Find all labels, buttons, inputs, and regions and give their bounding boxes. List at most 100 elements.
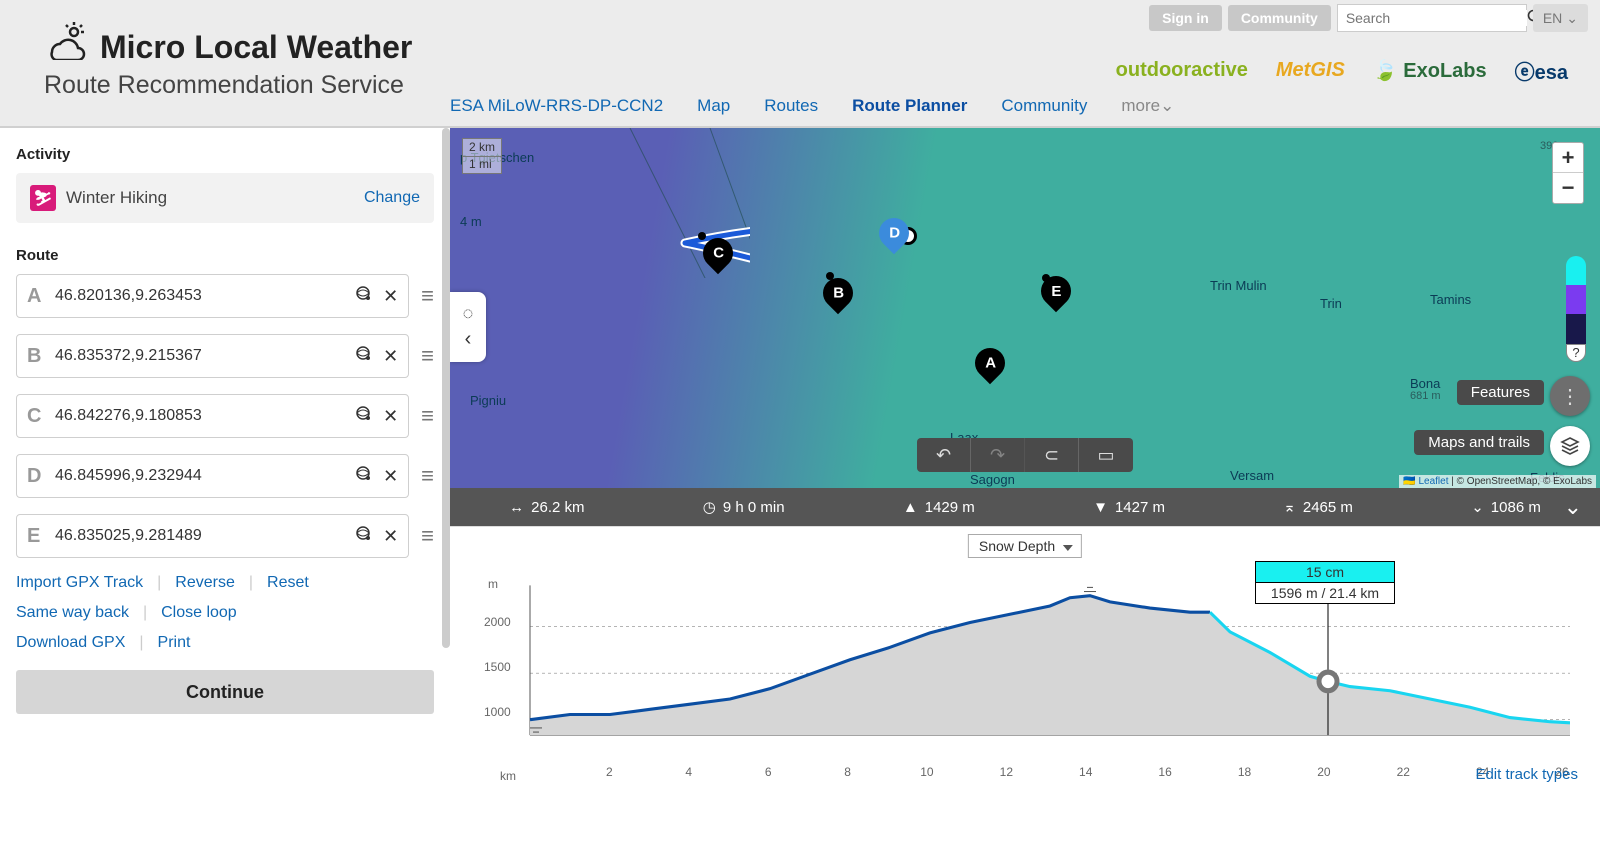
leaflet-link[interactable]: Leaflet (1418, 476, 1448, 487)
clear-waypoint-button[interactable]: ✕ (383, 406, 398, 427)
waypoint-row: E 46.835025,9.281489 ✕ ≡ (16, 514, 434, 558)
clear-waypoint-button[interactable]: ✕ (383, 286, 398, 307)
collapse-sidebar-button[interactable]: ◌ ‹ (450, 292, 486, 362)
legend-help-button[interactable]: ? (1566, 344, 1586, 362)
download-gpx-link[interactable]: Download GPX (16, 634, 125, 652)
map-scale: 2 km1 mi (462, 138, 502, 174)
same-way-back-link[interactable]: Same way back (16, 604, 129, 622)
waypoint-list: A 46.820136,9.263453 ✕ ≡ B 46.835372,9.2… (16, 274, 434, 558)
max-icon: ⌅ (1283, 498, 1296, 516)
partner-logos: outdooractive MetGIS 🍃 ExoLabs ⓔesa (1116, 56, 1568, 85)
undo-button[interactable]: ↶ (917, 438, 971, 472)
elevation-cursor-tooltip: 15 cm 1596 m / 21.4 km (1255, 561, 1395, 604)
waypoint-row: B 46.835372,9.215367 ✕ ≡ (16, 334, 434, 378)
snap-button[interactable]: ⊂ (1025, 438, 1079, 472)
partner-exolabs: 🍃 ExoLabs (1373, 58, 1487, 83)
collapse-elev-button[interactable]: ⌄ (1564, 494, 1582, 520)
drag-handle-icon[interactable]: ≡ (421, 463, 434, 489)
search-input[interactable] (1346, 10, 1527, 26)
waypoint-input[interactable]: D 46.845996,9.232944 ✕ (16, 454, 409, 498)
partner-esa: ⓔesa (1515, 56, 1568, 85)
drag-handle-icon[interactable]: ≡ (421, 523, 434, 549)
print-link[interactable]: Print (158, 634, 191, 652)
reset-link[interactable]: Reset (267, 574, 309, 592)
change-activity-link[interactable]: Change (364, 189, 420, 207)
search-box[interactable] (1337, 4, 1527, 32)
zoom-control: + − (1552, 142, 1584, 204)
language-label: EN (1543, 10, 1562, 26)
partner-outdooractive: outdooractive (1116, 59, 1248, 82)
zoom-out-button[interactable]: − (1553, 173, 1583, 203)
y-unit: m (488, 577, 498, 591)
community-button[interactable]: Community (1228, 5, 1331, 31)
geolocate-icon[interactable] (355, 465, 373, 488)
stat-descent: 1427 m (1115, 499, 1165, 516)
stat-duration: 9 h 0 min (723, 499, 785, 516)
descent-icon: ▼ (1093, 499, 1108, 516)
top-bar: Sign in Community EN ⌄ (1149, 4, 1588, 32)
waypoint-coords: 46.835372,9.215367 (55, 347, 345, 365)
edit-track-types-link[interactable]: Edit track types (1475, 766, 1578, 783)
waypoint-coords: 46.842276,9.180853 (55, 407, 345, 425)
nav-routes[interactable]: Routes (764, 96, 818, 116)
bbox-button[interactable]: ▭ (1079, 438, 1133, 472)
marker-e[interactable]: E (1041, 276, 1071, 314)
geolocate-icon[interactable] (355, 345, 373, 368)
nav-more[interactable]: more⌄ (1121, 96, 1174, 116)
maps-trails-button[interactable]: Maps and trails (1414, 430, 1544, 455)
waypoint-letter: D (27, 465, 45, 488)
activity-value: Winter Hiking (66, 188, 167, 208)
activity-row: ⛷ Winter Hiking Change (16, 173, 434, 223)
logo-title: Micro Local Weather (100, 31, 412, 63)
cursor-snow: 15 cm (1256, 562, 1394, 583)
clear-waypoint-button[interactable]: ✕ (383, 466, 398, 487)
clear-waypoint-button[interactable]: ✕ (383, 346, 398, 367)
layers-button[interactable] (1550, 426, 1590, 466)
waypoint-input[interactable]: E 46.835025,9.281489 ✕ (16, 514, 409, 558)
nav-project[interactable]: ESA MiLoW-RRS-DP-CCN2 (450, 96, 663, 116)
marker-d[interactable]: D (879, 218, 909, 256)
map-view[interactable]: Trin Mulin Trin Tamins Versam Sagogn Laa… (450, 128, 1600, 526)
waypoint-input[interactable]: A 46.820136,9.263453 ✕ (16, 274, 409, 318)
waypoint-coords: 46.820136,9.263453 (55, 287, 345, 305)
elevation-panel: Snow Depth m 20 (450, 526, 1600, 791)
scrollbar[interactable] (442, 128, 450, 648)
min-icon: ⌄ (1471, 498, 1484, 516)
elevation-metric-select[interactable]: Snow Depth (968, 534, 1082, 558)
marker-a[interactable]: A (975, 348, 1005, 386)
language-select[interactable]: EN ⌄ (1533, 4, 1588, 32)
nav-community[interactable]: Community (1001, 96, 1087, 116)
redo-button[interactable]: ↷ (971, 438, 1025, 472)
map-legend[interactable] (1566, 256, 1586, 344)
sign-in-button[interactable]: Sign in (1149, 5, 1222, 31)
waypoint-input[interactable]: B 46.835372,9.215367 ✕ (16, 334, 409, 378)
close-loop-link[interactable]: Close loop (161, 604, 237, 622)
geolocate-icon[interactable] (355, 285, 373, 308)
map-attribution: 🇺🇦 Leaflet | © OpenStreetMap, © ExoLabs (1399, 475, 1596, 488)
marker-c[interactable]: C (703, 238, 733, 276)
chevron-left-icon: ‹ (465, 328, 472, 351)
drag-handle-icon[interactable]: ≡ (421, 283, 434, 309)
features-menu-button[interactable]: ⋮ (1550, 376, 1590, 416)
waypoint-letter: A (27, 285, 45, 308)
nav-map[interactable]: Map (697, 96, 730, 116)
sidebar: Activity ⛷ Winter Hiking Change Route A … (0, 128, 450, 864)
geolocate-icon[interactable] (355, 525, 373, 548)
nav-route-planner[interactable]: Route Planner (852, 96, 967, 116)
stat-min: 1086 m (1491, 499, 1541, 516)
waypoint-letter: C (27, 405, 45, 428)
drag-handle-icon[interactable]: ≡ (421, 403, 434, 429)
import-gpx-link[interactable]: Import GPX Track (16, 574, 143, 592)
zoom-in-button[interactable]: + (1553, 143, 1583, 173)
marker-b[interactable]: B (823, 278, 853, 316)
elevation-chart[interactable]: m 2000 1500 1000 2468101214161820222426 … (490, 575, 1570, 761)
geolocate-icon[interactable] (355, 405, 373, 428)
waypoint-coords: 46.845996,9.232944 (55, 467, 345, 485)
waypoint-input[interactable]: C 46.842276,9.180853 ✕ (16, 394, 409, 438)
continue-button[interactable]: Continue (16, 670, 434, 714)
main-nav: ESA MiLoW-RRS-DP-CCN2 Map Routes Route P… (0, 86, 1600, 128)
reverse-link[interactable]: Reverse (175, 574, 235, 592)
drag-handle-icon[interactable]: ≡ (421, 343, 434, 369)
features-button[interactable]: Features (1457, 380, 1544, 405)
clear-waypoint-button[interactable]: ✕ (383, 526, 398, 547)
